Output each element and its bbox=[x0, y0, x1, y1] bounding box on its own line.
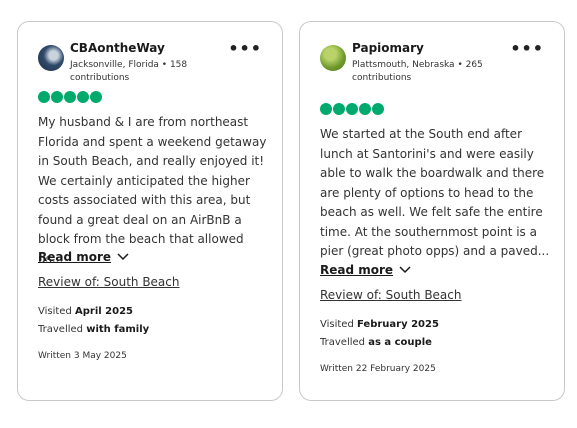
travelled-value: as a couple bbox=[368, 337, 432, 348]
written-date: Written 22 February 2025 bbox=[320, 364, 436, 374]
review-of-link[interactable]: Review of: South Beach bbox=[320, 288, 462, 302]
visited-date: Visited February 2025 bbox=[320, 319, 439, 330]
travelled-prefix: Travelled bbox=[320, 337, 366, 348]
avatar[interactable] bbox=[38, 45, 64, 71]
username[interactable]: CBAontheWay bbox=[70, 41, 165, 55]
chevron-down-icon bbox=[399, 266, 411, 274]
rating-bubble-icon bbox=[372, 103, 384, 115]
rating-bubbles bbox=[320, 103, 384, 115]
rating-bubble-icon bbox=[90, 91, 102, 103]
visited-value: April 2025 bbox=[75, 306, 133, 317]
more-options-icon[interactable]: ••• bbox=[228, 41, 262, 57]
rating-bubble-icon bbox=[359, 103, 371, 115]
read-more-button[interactable]: Read more bbox=[38, 250, 129, 264]
travel-type: Travelled with family bbox=[38, 324, 149, 335]
avatar[interactable] bbox=[320, 45, 346, 71]
travelled-prefix: Travelled bbox=[38, 324, 84, 335]
chevron-down-icon bbox=[117, 253, 129, 261]
rating-bubble-icon bbox=[320, 103, 332, 115]
rating-bubble-icon bbox=[38, 91, 50, 103]
username[interactable]: Papiomary bbox=[352, 41, 424, 55]
rating-bubble-icon bbox=[346, 103, 358, 115]
more-options-icon[interactable]: ••• bbox=[510, 41, 544, 57]
review-of-link[interactable]: Review of: South Beach bbox=[38, 275, 180, 289]
reviewer-meta: Plattsmouth, Nebraska • 265 contribution… bbox=[352, 60, 483, 83]
rating-bubble-icon bbox=[51, 91, 63, 103]
travel-type: Travelled as a couple bbox=[320, 337, 432, 348]
visited-date: Visited April 2025 bbox=[38, 306, 133, 317]
review-text: My husband & I are from northeast Florid… bbox=[38, 115, 267, 266]
read-more-button[interactable]: Read more bbox=[320, 263, 411, 277]
visited-prefix: Visited bbox=[38, 306, 72, 317]
review-text: We started at the South end after lunch … bbox=[320, 127, 550, 258]
rating-bubbles bbox=[38, 91, 102, 103]
travelled-value: with family bbox=[86, 324, 150, 335]
written-date: Written 3 May 2025 bbox=[38, 351, 127, 361]
rating-bubble-icon bbox=[77, 91, 89, 103]
reviewer-meta: Jacksonville, Florida • 158 contribution… bbox=[70, 60, 188, 83]
review-card: Papiomary Plattsmouth, Nebraska • 265 co… bbox=[299, 21, 565, 401]
read-more-label: Read more bbox=[320, 263, 394, 277]
rating-bubble-icon bbox=[333, 103, 345, 115]
rating-bubble-icon bbox=[64, 91, 76, 103]
visited-prefix: Visited bbox=[320, 319, 354, 330]
visited-value: February 2025 bbox=[357, 319, 439, 330]
read-more-label: Read more bbox=[38, 250, 112, 264]
review-card: CBAontheWay Jacksonville, Florida • 158 … bbox=[17, 21, 283, 401]
